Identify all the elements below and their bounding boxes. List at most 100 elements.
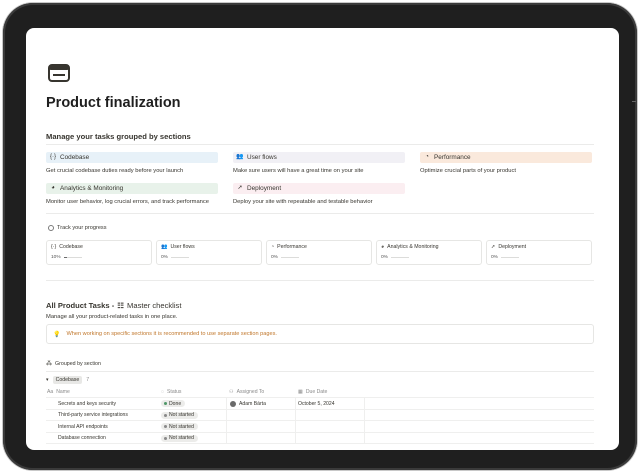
progress-card-codebase[interactable]: {·} Codebase 10% bbox=[46, 240, 152, 265]
task-status[interactable]: Not started bbox=[161, 410, 198, 422]
task-name[interactable]: Internal API endpoints bbox=[58, 421, 108, 433]
progress-value: 0% bbox=[381, 255, 388, 260]
task-status[interactable]: Not started bbox=[161, 433, 198, 445]
column-assigned[interactable]: ⚇ Assigned To bbox=[229, 386, 264, 398]
view-tab-grouped[interactable]: ⁂ Grouped by section bbox=[46, 360, 101, 368]
progress-label: Analytics & Monitoring bbox=[387, 244, 439, 250]
section-card-deployment[interactable]: ➚ Deployment Deploy your site with repea… bbox=[233, 183, 405, 205]
table-row[interactable]: Third-party service integrations Not sta… bbox=[46, 409, 594, 422]
progress-card-analytics[interactable]: ◕ Analytics & Monitoring 0% bbox=[376, 240, 482, 265]
progress-card-user-flows[interactable]: 👥 User flows 0% bbox=[156, 240, 262, 265]
section-label: Performance bbox=[434, 154, 471, 161]
progress-label: Performance bbox=[277, 244, 307, 250]
section-card-performance[interactable]: ◔ Performance Optimize crucial parts of … bbox=[420, 152, 592, 174]
calendar-icon: ▦ bbox=[298, 388, 303, 395]
column-divider bbox=[295, 398, 296, 410]
divider bbox=[46, 213, 594, 214]
gauge-icon: ◔ bbox=[425, 154, 429, 160]
column-divider bbox=[295, 432, 296, 444]
section-label: Deployment bbox=[247, 185, 282, 192]
progress-toggle[interactable]: Track your progress bbox=[48, 225, 107, 231]
users-icon: 👥 bbox=[236, 154, 244, 160]
progress-card-performance[interactable]: ◔ Performance 0% bbox=[266, 240, 372, 265]
section-header[interactable]: ➚ Deployment bbox=[233, 183, 405, 194]
column-divider bbox=[364, 409, 365, 421]
status-pill[interactable]: Done bbox=[161, 400, 186, 408]
lightbulb-icon: 💡 bbox=[53, 331, 61, 338]
divider bbox=[46, 371, 594, 372]
section-card-analytics[interactable]: ◕ Analytics & Monitoring Monitor user be… bbox=[46, 183, 218, 205]
task-assignee[interactable]: Adam Bárta bbox=[230, 398, 266, 410]
progress-label: Codebase bbox=[59, 244, 83, 250]
section-description: Optimize crucial parts of your product bbox=[420, 168, 517, 174]
group-count: 7 bbox=[86, 377, 90, 383]
status-pill[interactable]: Not started bbox=[161, 423, 198, 431]
column-divider bbox=[226, 398, 227, 410]
task-due-date[interactable]: October 5, 2024 bbox=[298, 398, 335, 410]
column-divider bbox=[295, 409, 296, 421]
callout: 💡 When working on specific sections it i… bbox=[46, 324, 594, 344]
users-icon: 👥 bbox=[161, 244, 168, 250]
table-header: Aa Name ◌ Status ⚇ Assigned To ▦ Due Date bbox=[46, 386, 594, 398]
chart-icon: ◕ bbox=[381, 244, 385, 250]
progress-value: 0% bbox=[161, 255, 168, 260]
progress-bar bbox=[63, 256, 82, 259]
checklist-link[interactable]: Master checklist bbox=[127, 301, 181, 310]
progress-heading: Track your progress bbox=[57, 225, 107, 231]
column-due[interactable]: ▦ Due Date bbox=[298, 386, 327, 398]
status-pill[interactable]: Not started bbox=[161, 411, 198, 419]
tasks-heading: All Product Tasks - ☷ Master checklist bbox=[46, 301, 181, 310]
column-divider bbox=[226, 432, 227, 444]
section-card-codebase[interactable]: {·} Codebase Get crucial codebase duties… bbox=[46, 152, 218, 174]
group-header-codebase[interactable]: ▾ Codebase 7 bbox=[46, 376, 89, 384]
caret-down-icon[interactable]: ▾ bbox=[46, 377, 49, 383]
divider bbox=[46, 144, 594, 145]
task-name[interactable]: Third-party service integrations bbox=[58, 410, 128, 422]
task-status[interactable]: Done bbox=[161, 398, 186, 410]
section-header[interactable]: {·} Codebase bbox=[46, 152, 218, 163]
section-card-user-flows[interactable]: 👥 User flows Make sure users will have a… bbox=[233, 152, 405, 174]
section-header[interactable]: 👥 User flows bbox=[233, 152, 405, 163]
code-icon: {·} bbox=[51, 244, 57, 250]
column-divider bbox=[364, 421, 365, 433]
code-icon: {·} bbox=[49, 154, 56, 160]
progress-bar bbox=[390, 256, 409, 259]
section-description: Make sure users will have a great time o… bbox=[233, 168, 364, 174]
status-dot bbox=[164, 425, 167, 429]
tablet-frame: Product finalization Manage your tasks g… bbox=[3, 3, 637, 470]
sections-heading: Manage your tasks grouped by sections bbox=[46, 132, 191, 141]
section-description: Get crucial codebase duties ready before… bbox=[46, 168, 184, 174]
paper-plane-icon: ➚ bbox=[237, 185, 243, 191]
table-row[interactable]: Database connection Not started bbox=[46, 432, 594, 445]
progress-card-deployment[interactable]: ➚ Deployment 0% bbox=[486, 240, 592, 265]
task-status[interactable]: Not started bbox=[161, 421, 198, 433]
tasks-description: Manage all your product-related tasks in… bbox=[46, 314, 178, 320]
text-icon: Aa bbox=[47, 388, 54, 395]
circle-icon bbox=[48, 225, 54, 231]
table-row[interactable]: Secrets and keys security Done Adam Bárt… bbox=[46, 398, 594, 410]
column-divider bbox=[364, 398, 365, 410]
task-name[interactable]: Database connection bbox=[58, 433, 106, 445]
status-dot bbox=[164, 413, 167, 417]
hardware-button bbox=[632, 101, 636, 102]
column-divider bbox=[226, 421, 227, 433]
progress-bar bbox=[280, 256, 299, 259]
column-name[interactable]: Aa Name bbox=[47, 386, 70, 398]
table-row[interactable]: Internal API endpoints Not started bbox=[46, 421, 594, 433]
group-icon: ⁂ bbox=[46, 361, 52, 367]
section-header[interactable]: ◕ Analytics & Monitoring bbox=[46, 183, 218, 194]
person-icon: ⚇ bbox=[229, 388, 234, 395]
status-dot bbox=[164, 436, 167, 440]
progress-cards: {·} Codebase 10% 👥 User flows 0% ◔ Performa… bbox=[46, 240, 594, 267]
column-divider bbox=[364, 432, 365, 444]
section-label: Codebase bbox=[60, 154, 90, 161]
group-tag: Codebase bbox=[52, 376, 83, 384]
task-name[interactable]: Secrets and keys security bbox=[58, 398, 116, 410]
progress-fill bbox=[63, 256, 68, 259]
section-header[interactable]: ◔ Performance bbox=[420, 152, 592, 163]
progress-value: 10% bbox=[51, 255, 61, 260]
column-status[interactable]: ◌ Status bbox=[161, 386, 181, 398]
progress-bar bbox=[170, 256, 189, 259]
status-pill[interactable]: Not started bbox=[161, 434, 198, 442]
paper-plane-icon: ➚ bbox=[491, 244, 496, 250]
